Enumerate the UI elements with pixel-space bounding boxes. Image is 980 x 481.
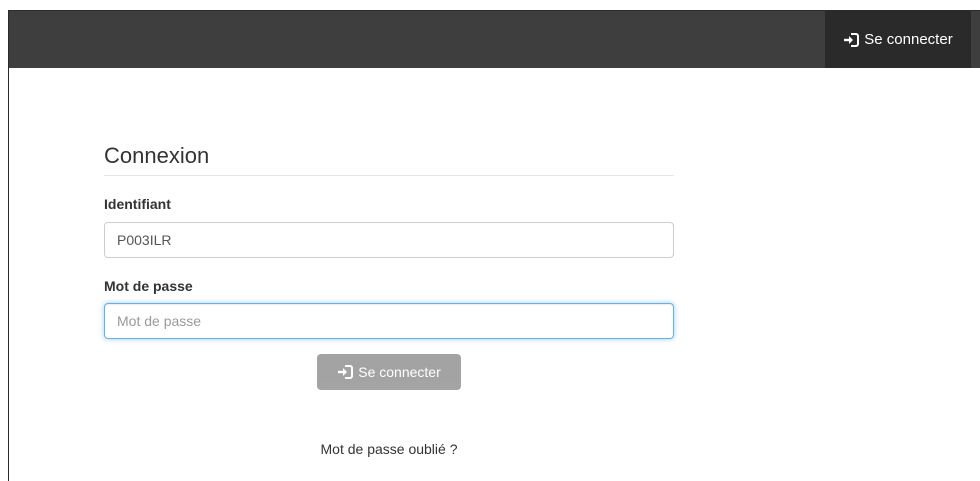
password-label: Mot de passe	[104, 278, 193, 294]
submit-login-button[interactable]: Se connecter	[317, 354, 461, 390]
navbar-login-button[interactable]: Se connecter	[825, 11, 971, 68]
password-input[interactable]	[104, 303, 674, 339]
username-label: Identifiant	[104, 196, 171, 212]
navbar-login-label: Se connecter	[864, 31, 953, 48]
form-title: Connexion	[104, 141, 674, 176]
top-navbar: Se connecter	[9, 11, 980, 68]
login-form: Connexion Identifiant Mot de passe Se co…	[104, 141, 674, 457]
sign-in-icon	[337, 365, 354, 379]
forgot-password-link[interactable]: Mot de passe oublié ?	[104, 441, 674, 457]
username-input[interactable]	[104, 222, 674, 258]
sign-in-icon	[843, 32, 860, 47]
page-frame: Se connecter Connexion Identifiant Mot d…	[8, 10, 980, 481]
submit-login-label: Se connecter	[358, 364, 441, 380]
